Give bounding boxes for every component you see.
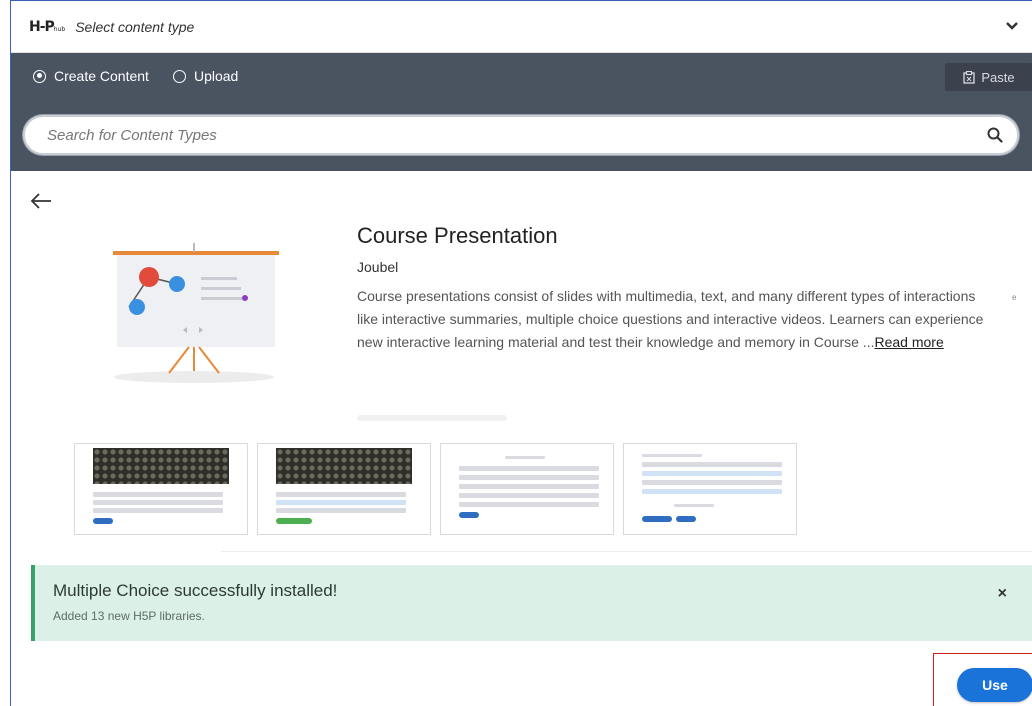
screenshot-thumbnail-4[interactable] — [623, 443, 797, 535]
stray-character: e — [1012, 293, 1017, 302]
notice-title: Multiple Choice successfully installed! — [53, 581, 338, 600]
notice-subtitle: Added 13 new H5P libraries. — [53, 609, 205, 623]
screenshot-thumbnail-2[interactable] — [257, 443, 431, 535]
tab-label: Create Content — [54, 68, 149, 84]
chevron-down-icon[interactable] — [1005, 19, 1019, 33]
radio-icon — [172, 69, 186, 83]
tab-create-content[interactable]: Create Content — [33, 68, 149, 84]
search-bar — [11, 99, 1032, 171]
content-type-owner: Joubel — [357, 259, 399, 275]
read-more-link[interactable]: Read more — [874, 334, 943, 350]
screenshot-image — [93, 448, 229, 484]
close-icon[interactable]: × — [998, 585, 1007, 603]
radio-selected-icon — [33, 69, 46, 83]
tab-bar: Create Content Upload Paste — [11, 53, 1032, 99]
paste-label: Paste — [981, 69, 1015, 85]
hub-header[interactable]: H-Phub Select content type — [11, 1, 1032, 53]
screenshot-thumbnail-1[interactable] — [74, 443, 248, 535]
section-divider — [221, 551, 1032, 552]
tab-upload[interactable]: Upload — [172, 68, 239, 84]
screenshot-thumbnail-3[interactable] — [440, 443, 614, 535]
success-notice: Multiple Choice successfully installed! … — [31, 565, 1032, 641]
search-icon[interactable] — [987, 127, 1003, 143]
use-button[interactable]: Use — [957, 668, 1032, 702]
h5p-hub-frame: H-Phub Select content type Create Conten… — [10, 0, 1032, 706]
hub-header-title: Select content type — [75, 18, 195, 35]
course-presentation-illustration — [113, 243, 279, 383]
tab-label: Upload — [193, 68, 239, 84]
paste-button[interactable]: Paste — [945, 63, 1032, 91]
search-input[interactable] — [47, 117, 967, 153]
faint-divider — [357, 415, 507, 421]
h5p-hub-logo: H-Phub — [29, 18, 66, 35]
search-box — [23, 115, 1019, 155]
content-type-description: Course presentations consist of slides w… — [357, 288, 984, 350]
content-type-title: Course Presentation — [357, 223, 558, 248]
back-arrow-icon[interactable] — [29, 191, 53, 211]
screenshot-image — [276, 448, 412, 484]
clipboard-icon — [963, 70, 976, 84]
